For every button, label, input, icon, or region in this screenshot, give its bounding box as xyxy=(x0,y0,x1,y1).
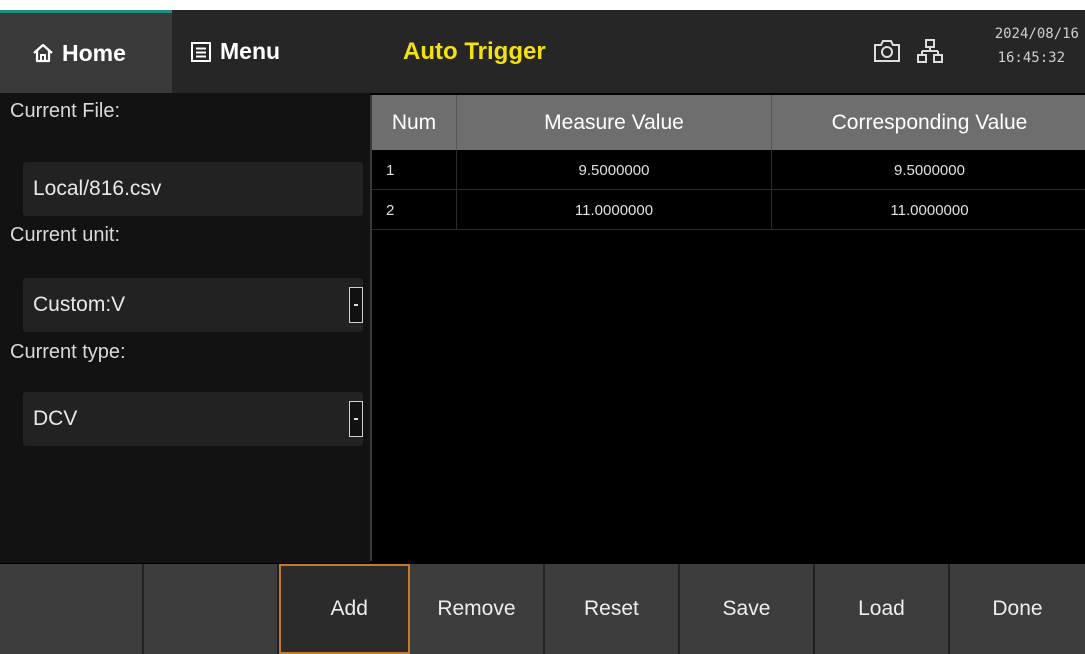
add-button[interactable]: Add xyxy=(278,564,410,654)
current-file-field[interactable]: Local/816.csv xyxy=(23,162,363,216)
remove-button[interactable]: Remove xyxy=(410,564,545,654)
table-row[interactable]: 2 11.0000000 11.0000000 xyxy=(372,190,1085,230)
column-header-corresponding-value: Corresponding Value xyxy=(831,110,1028,134)
current-type-value: DCV xyxy=(33,407,78,430)
calibration-table: Num Measure Value Corresponding Value 1 … xyxy=(370,95,1085,561)
current-file-label: Current File: xyxy=(10,100,121,122)
menu-icon xyxy=(191,41,211,62)
row-corresponding-value: 11.0000000 xyxy=(890,201,969,219)
table-row[interactable]: 1 9.5000000 9.5000000 xyxy=(372,150,1085,190)
row-num: 2 xyxy=(372,190,457,230)
row-measure-value: 11.0000000 xyxy=(457,190,772,230)
column-header-measure-value: Measure Value xyxy=(457,95,772,150)
home-icon xyxy=(33,43,53,63)
network-icon xyxy=(917,39,943,63)
current-unit-value: Custom:V xyxy=(33,293,126,316)
camera-icon[interactable] xyxy=(872,37,902,65)
page-title: Auto Trigger xyxy=(403,37,546,65)
left-panel: Current File: Local/816.csv Current unit… xyxy=(0,93,370,563)
home-tab[interactable]: Home xyxy=(0,10,172,93)
softkey-1[interactable] xyxy=(0,564,145,654)
dropdown-icon[interactable] xyxy=(349,287,363,323)
table-header: Num Measure Value Corresponding Value xyxy=(372,95,1085,150)
home-tab-label: Home xyxy=(62,39,126,66)
menu-tab[interactable]: Menu xyxy=(172,10,372,93)
save-button[interactable]: Save xyxy=(680,564,815,654)
dropdown-icon[interactable] xyxy=(349,401,363,437)
current-file-value: Local/816.csv xyxy=(33,177,162,200)
current-unit-select[interactable]: Custom:V xyxy=(23,278,363,332)
column-header-num: Num xyxy=(372,95,457,150)
current-type-select[interactable]: DCV xyxy=(23,392,363,446)
load-button[interactable]: Load xyxy=(815,564,950,654)
current-unit-label: Current unit: xyxy=(10,224,121,246)
current-type-label: Current type: xyxy=(10,341,126,363)
date-text: 2024/08/16 xyxy=(994,26,1079,42)
reset-button[interactable]: Reset xyxy=(545,564,680,654)
instrument-screen: Home Menu Auto Trigger 2024/08/16 16:45:… xyxy=(0,10,1085,654)
datetime-display: 2024/08/16 16:45:32 xyxy=(955,22,1085,70)
row-measure-value: 9.5000000 xyxy=(457,150,772,190)
softkey-bar: Add Remove Reset Save Load Done xyxy=(0,564,1085,654)
softkey-2[interactable] xyxy=(144,564,279,654)
top-bar: Home Menu Auto Trigger 2024/08/16 16:45:… xyxy=(0,10,1085,93)
time-text: 16:45:32 xyxy=(997,50,1065,66)
row-num: 1 xyxy=(372,150,457,190)
done-button[interactable]: Done xyxy=(950,564,1085,654)
menu-tab-label: Menu xyxy=(220,38,281,64)
row-corresponding-value: 9.5000000 xyxy=(894,161,965,179)
